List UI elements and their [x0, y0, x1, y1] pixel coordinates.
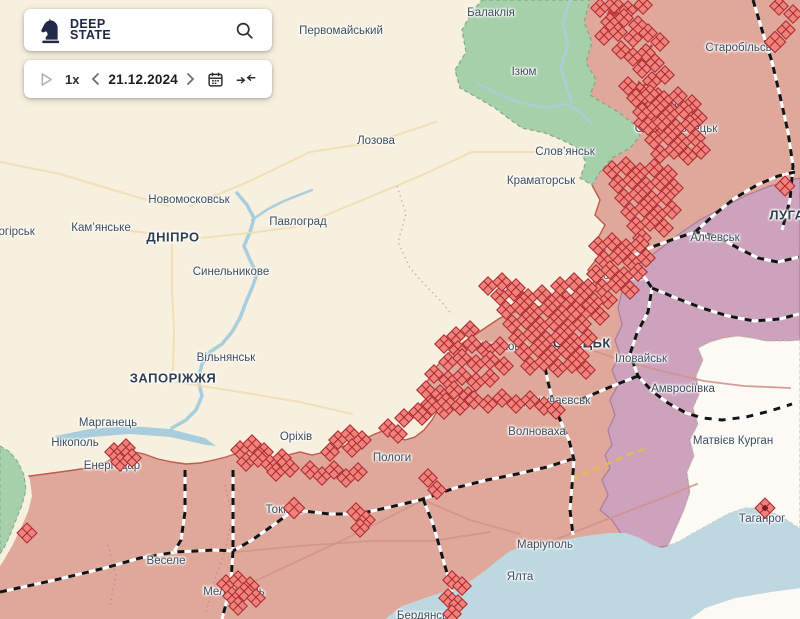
speed-button[interactable]: 1x	[61, 68, 83, 91]
chevron-left-icon	[91, 72, 100, 86]
unit-marker[interactable]	[633, 0, 653, 15]
timeline-card: 1x 21.12.2024	[24, 60, 272, 98]
unit-marker[interactable]	[774, 175, 795, 196]
knight-logo-icon	[38, 17, 61, 44]
play-button[interactable]	[36, 68, 57, 91]
next-day-button[interactable]	[182, 68, 199, 90]
play-icon	[40, 72, 53, 87]
speed-label: 1x	[65, 72, 79, 87]
date-display[interactable]: 21.12.2024	[108, 72, 178, 87]
brand-card: DEEP STATE	[24, 9, 272, 51]
collapse-panel-button[interactable]	[232, 68, 260, 90]
chevron-right-icon	[186, 72, 195, 86]
unit-marker[interactable]	[480, 368, 500, 388]
collapse-arrows-icon	[236, 72, 256, 86]
search-icon	[235, 21, 254, 40]
unit-marker[interactable]	[283, 497, 306, 520]
unit-marker[interactable]	[16, 522, 37, 543]
search-button[interactable]	[231, 17, 258, 44]
calendar-button[interactable]	[203, 67, 228, 92]
calendar-icon	[207, 71, 224, 88]
unit-marker[interactable]	[754, 497, 775, 518]
prev-day-button[interactable]	[87, 68, 104, 90]
map-canvas[interactable]: БалакліяПервомайськийІзюмЛозоваСлов’янсь…	[0, 0, 800, 619]
brand-name: DEEP STATE	[70, 19, 111, 42]
